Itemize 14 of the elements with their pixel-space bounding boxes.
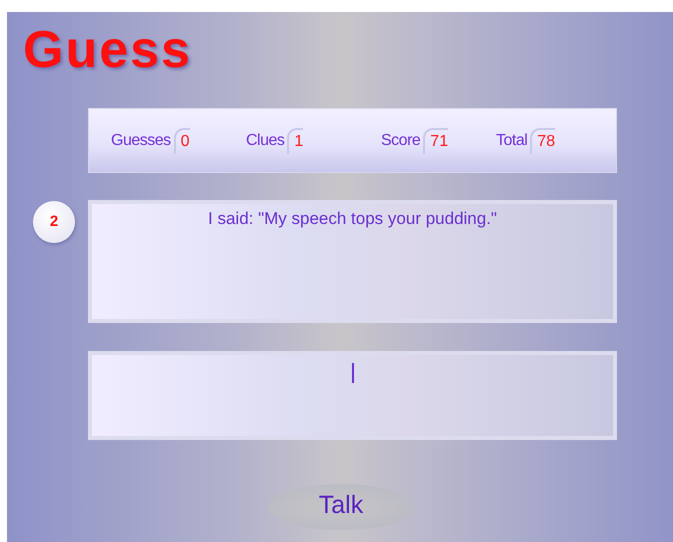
stat-label: Clues xyxy=(246,130,284,150)
app-title: Guess xyxy=(23,24,192,76)
stat-value: 1 xyxy=(287,128,304,154)
message-number-badge: 2 xyxy=(33,201,75,243)
stat-value: 71 xyxy=(423,128,448,154)
stat-label: Total xyxy=(496,130,528,150)
message-text: I said: "My speech tops your pudding." xyxy=(208,208,497,230)
input-field[interactable] xyxy=(88,351,617,440)
stat-value: 0 xyxy=(174,128,190,154)
stat-value: 78 xyxy=(530,128,556,154)
text-cursor-icon xyxy=(352,363,354,383)
stat-label: Score xyxy=(381,130,420,150)
talk-button[interactable]: Talk xyxy=(268,484,414,530)
stat-label: Guesses xyxy=(111,130,171,150)
